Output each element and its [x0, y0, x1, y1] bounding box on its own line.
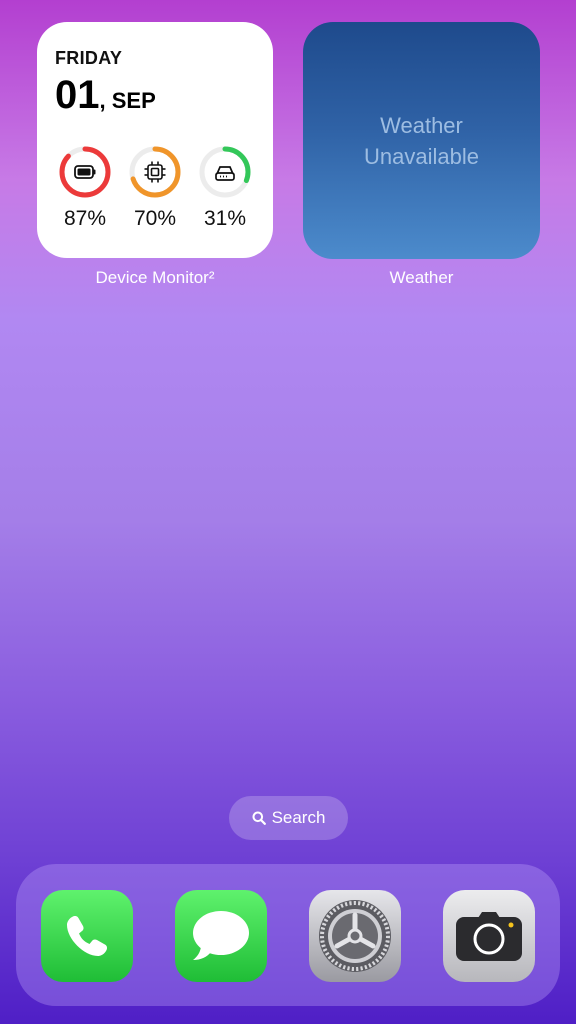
phone-app[interactable]: [41, 890, 133, 982]
cpu-chip-icon: [144, 161, 166, 183]
cpu-value: 70%: [133, 207, 177, 230]
dock: [16, 864, 560, 1006]
ring-row: 87% 70% 31%: [51, 144, 259, 231]
widget-date-month: , SEP: [99, 88, 156, 113]
search-icon: [252, 811, 266, 825]
camera-icon: [456, 912, 522, 961]
search-button[interactable]: Search: [229, 796, 348, 840]
widget-date-number: 01: [55, 73, 100, 117]
phone-icon: [67, 916, 107, 956]
cpu-ring: 70%: [121, 144, 189, 231]
battery-ring: 87%: [51, 144, 119, 231]
storage-value: 31%: [203, 207, 247, 230]
weather-status-line2: Unavailable: [364, 143, 479, 169]
device-monitor-label: Device Monitor²: [95, 268, 215, 287]
widget-date: 01, SEP: [55, 73, 255, 118]
settings-gear-icon: [319, 900, 391, 972]
camera-app[interactable]: [443, 890, 535, 982]
search-label: Search: [271, 808, 326, 827]
storage-drive-icon: [215, 166, 235, 181]
weather-label: Weather: [389, 268, 454, 287]
widget-day: FRIDAY: [55, 48, 123, 68]
weather-widget[interactable]: Weather Unavailable: [303, 22, 540, 259]
device-monitor-widget[interactable]: FRIDAY 01, SEP 87% 70% 31%: [37, 22, 273, 258]
battery-value: 87%: [63, 207, 107, 230]
messages-icon: [193, 911, 249, 960]
battery-icon: [74, 165, 96, 179]
storage-ring: 31%: [191, 144, 259, 231]
settings-app[interactable]: [309, 890, 401, 982]
weather-status-line1: Weather: [380, 112, 463, 138]
messages-app[interactable]: [175, 890, 267, 982]
